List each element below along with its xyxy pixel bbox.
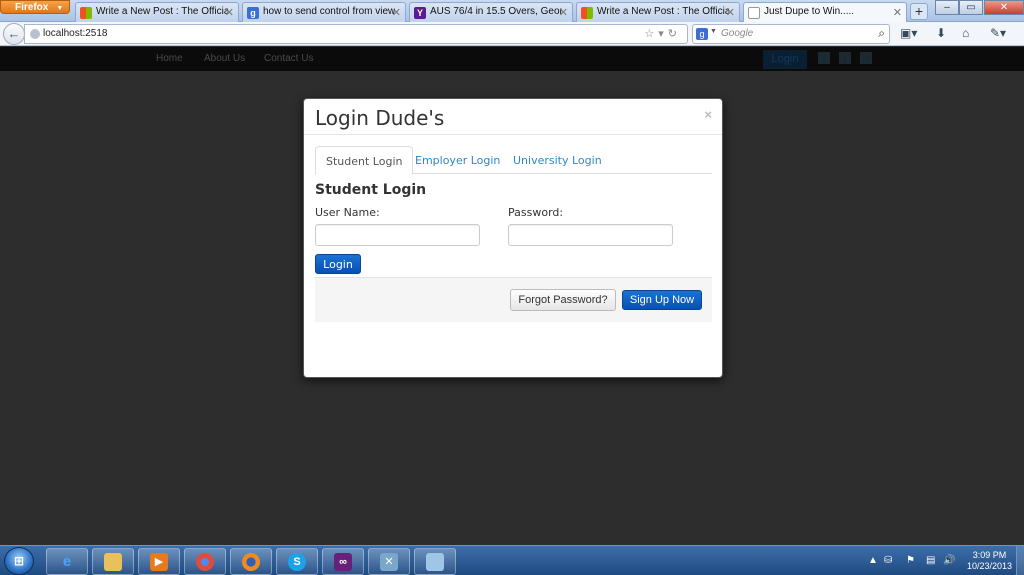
windows-logo-icon: ⊞ [13,554,25,568]
network-icon[interactable]: ▤ [926,555,935,566]
browser-tab-strip: Firefox ▼ Write a New Post : The Official… [0,0,1024,22]
browser-tab[interactable]: Y AUS 76/4 in 15.5 Overs, George ... ✕ [409,2,573,22]
modal-header-divider [304,134,722,135]
search-input[interactable]: g ▼ Google ⌕ [692,24,890,44]
tab-employer-login[interactable]: Employer Login [405,146,510,175]
nav-login-button[interactable]: Login [763,50,807,69]
close-icon[interactable]: × [704,107,712,122]
close-icon[interactable]: ✕ [392,6,401,19]
twitter-icon[interactable]: t [839,52,851,64]
show-hidden-icons[interactable]: ▲ [868,555,878,566]
google-icon[interactable]: g [696,28,708,40]
blank-page-icon [748,7,760,19]
taskbar-clock[interactable]: 3:09 PM 10/23/2013 [967,550,1012,572]
clock-time: 3:09 PM [972,550,1007,560]
taskbar-app[interactable] [414,548,456,575]
close-icon[interactable]: ✕ [225,6,234,19]
search-placeholder: Google [721,28,754,39]
maximize-button[interactable]: ▭ [959,0,983,15]
media-player-icon: ▶ [150,553,168,571]
firefox-menu-label: Firefox [15,2,49,13]
nav-link-home[interactable]: Home [156,53,183,64]
chevron-down-icon[interactable]: ▼ [710,28,717,35]
login-modal: Login Dude's × Student Login Employer Lo… [303,98,723,378]
url-bar[interactable]: localhost:2518 ☆▾↻ [24,24,688,44]
password-label: Password: [508,206,564,219]
url-text: localhost:2518 [43,28,108,39]
addons-icon[interactable]: ✎▾ [990,26,1006,40]
browser-navigation-bar: ← localhost:2518 ☆▾↻ g ▼ Google ⌕ ▣▾ ⬇ ⌂… [0,22,1024,46]
nav-link-about[interactable]: About Us [204,53,245,64]
volume-icon[interactable]: 🔊 [943,555,955,566]
browser-tab[interactable]: g how to send control from view t... ✕ [242,2,406,22]
taskbar-media[interactable]: ▶ [138,548,180,575]
section-title: Student Login [315,182,427,198]
taskbar-ie[interactable]: e [46,548,88,575]
taskbar-explorer[interactable] [92,548,134,575]
login-tabs: Student Login Employer Login University … [315,146,712,175]
login-submit-button[interactable]: Login [315,254,361,274]
bookmark-star-icon[interactable]: ☆▾↻ [644,27,681,40]
username-label: User Name: [315,206,380,219]
linkedin-icon[interactable]: in [860,52,872,64]
taskbar-skype[interactable]: S [276,548,318,575]
forgot-password-button[interactable]: Forgot Password? [510,289,616,311]
search-icon[interactable]: ⌕ [878,26,885,41]
sync-icon[interactable]: ⛁ [884,555,892,566]
google-icon: g [247,7,259,19]
browser-tab-label: how to send control from view t... [263,6,395,17]
internet-explorer-icon: e [62,553,72,570]
new-tab-button[interactable]: + [910,3,928,20]
firefox-icon [242,553,260,571]
tab-student-login[interactable]: Student Login [315,146,414,175]
taskbar-firefox[interactable] [230,548,272,575]
folder-icon [104,553,122,571]
taskbar-network-tool[interactable]: ✕ [368,548,410,575]
network-tool-icon: ✕ [380,553,398,571]
modal-footer: Forgot Password? Sign Up Now [315,277,712,322]
firefox-menu-button[interactable]: Firefox ▼ [0,0,70,14]
close-icon[interactable]: ✕ [559,6,568,19]
chrome-icon [196,553,214,571]
screenshot-icon[interactable]: ▣▾ [900,26,917,40]
yahoo-icon: Y [414,7,426,19]
back-arrow-icon: ← [7,26,21,41]
minimize-button[interactable]: – [935,0,959,15]
browser-tab-label: Just Dupe to Win..... [764,6,855,17]
globe-icon [30,29,40,39]
window-app-icon [426,553,444,571]
browser-tab[interactable]: Write a New Post : The Official ... ✕ [576,2,740,22]
chevron-down-icon: ▼ [56,5,64,12]
site-navbar: Home About Us Contact Us Login f t in [0,47,1024,71]
browser-tab-label: Write a New Post : The Official ... [96,6,228,17]
facebook-icon[interactable]: f [818,52,830,64]
flag-icon[interactable]: ⚑ [906,555,915,566]
browser-tab-label: Write a New Post : The Official ... [597,6,729,17]
close-icon[interactable]: ✕ [893,6,902,19]
windows-flag-icon [80,7,92,19]
windows-flag-icon [581,7,593,19]
windows-taskbar: ⊞ e ▶ S ∞ ✕ ▲ ⛁ ⚑ ▤ 🔊 3:09 PM 10/23/2013 [0,545,1024,575]
home-icon[interactable]: ⌂ [962,26,969,40]
window-close-button[interactable]: ✕ [984,0,1024,15]
sign-up-button[interactable]: Sign Up Now [622,290,702,310]
username-field[interactable] [315,224,480,246]
tab-university-login[interactable]: University Login [503,146,612,175]
browser-tab-label: AUS 76/4 in 15.5 Overs, George ... [430,6,562,17]
show-desktop-button[interactable] [1016,546,1024,575]
browser-tab-active[interactable]: Just Dupe to Win..... ✕ [743,2,907,22]
taskbar-visual-studio[interactable]: ∞ [322,548,364,575]
nav-link-contact[interactable]: Contact Us [264,53,313,64]
taskbar-chrome[interactable] [184,548,226,575]
download-icon[interactable]: ⬇ [936,26,946,40]
password-field[interactable] [508,224,673,246]
modal-title: Login Dude's [315,106,445,130]
close-icon[interactable]: ✕ [726,6,735,19]
skype-icon: S [288,553,306,571]
visual-studio-icon: ∞ [334,553,352,571]
clock-date: 10/23/2013 [966,561,1012,571]
start-button[interactable]: ⊞ [4,547,34,575]
back-button[interactable]: ← [3,23,25,45]
browser-tab[interactable]: Write a New Post : The Official ... ✕ [75,2,239,22]
